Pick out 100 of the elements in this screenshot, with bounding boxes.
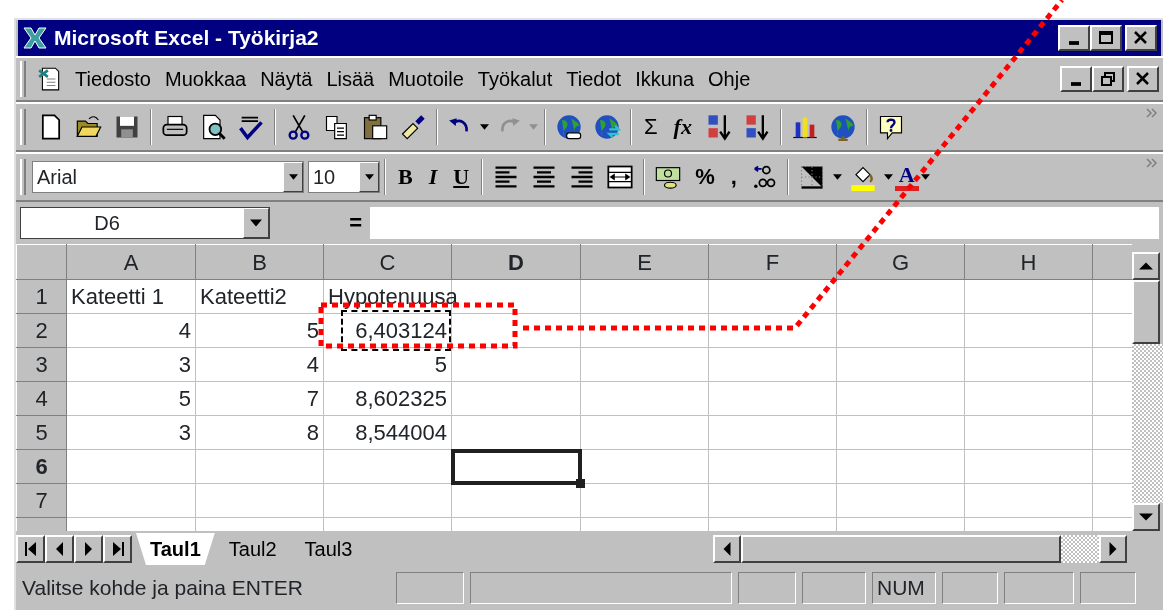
toolbar-grip[interactable] (20, 109, 26, 145)
table-cell: 7 (306, 386, 319, 411)
web-globe-icon[interactable] (555, 113, 583, 141)
status-panel (1004, 572, 1074, 604)
table-cell: 8 (306, 420, 319, 445)
column-header[interactable] (1092, 244, 1132, 280)
sum-button[interactable]: Σ (636, 116, 666, 138)
caret-icon[interactable] (920, 174, 930, 180)
column-header[interactable]: F (708, 244, 837, 280)
scroll-thumb[interactable] (1132, 280, 1160, 344)
row-header[interactable]: 5 (16, 415, 67, 450)
close-icon (1135, 71, 1151, 87)
caret-icon[interactable] (364, 174, 374, 180)
table-cell: 3 (178, 352, 191, 377)
status-panel (802, 572, 866, 604)
caret-icon[interactable] (883, 174, 893, 180)
scroll-left-button[interactable] (713, 535, 741, 563)
previous-sheet-button[interactable] (45, 535, 74, 563)
maximize-button[interactable] (1090, 25, 1122, 51)
name-box[interactable]: D6 (20, 207, 270, 239)
row-header[interactable]: 7 (16, 483, 67, 518)
italic-button[interactable]: I (420, 166, 446, 188)
status-panel (1080, 572, 1136, 604)
minimize-icon (1071, 82, 1081, 86)
underline-button[interactable]: U (445, 166, 478, 188)
font-color-button[interactable]: A (894, 163, 919, 191)
column-header[interactable]: B (195, 244, 324, 280)
first-sheet-icon (23, 542, 38, 556)
table-cell: 4 (178, 318, 191, 343)
caret-icon[interactable] (832, 174, 842, 180)
minimize-button[interactable] (1060, 66, 1092, 92)
menu-item[interactable]: Tiedosto (68, 62, 158, 96)
up-arrow-icon (1139, 262, 1153, 270)
column-header[interactable]: D (451, 244, 581, 280)
row-header[interactable]: 1 (16, 279, 67, 314)
num-lock-indicator: NUM (872, 572, 936, 604)
formula-input[interactable] (370, 207, 1159, 239)
menu-item[interactable]: Muotoile (381, 62, 471, 96)
column-header[interactable]: G (836, 244, 965, 280)
toolbar-grip[interactable] (20, 61, 26, 97)
merge-center-icon[interactable] (606, 163, 635, 191)
next-sheet-button[interactable] (74, 535, 103, 563)
status-panel (942, 572, 998, 604)
menu-item[interactable]: Ohje (701, 62, 758, 96)
table-cell: Hypotenuusa (328, 284, 458, 309)
column-header[interactable]: A (66, 244, 196, 280)
bold-button[interactable]: B (390, 166, 421, 188)
close-icon (1133, 30, 1149, 46)
menu-item[interactable]: Tiedot (559, 62, 629, 96)
last-sheet-button[interactable] (103, 535, 132, 563)
row-header[interactable]: 4 (16, 381, 67, 416)
row-header[interactable]: 6 (16, 449, 67, 484)
scroll-down-button[interactable] (1132, 503, 1160, 531)
close-button[interactable] (1125, 25, 1157, 51)
caret-icon[interactable] (250, 219, 262, 227)
column-header[interactable]: C (323, 244, 452, 280)
table-cell: 8,602325 (355, 386, 447, 411)
status-panel (738, 572, 796, 604)
last-sheet-icon (110, 542, 125, 556)
menu-item[interactable]: Muokkaa (157, 62, 254, 96)
font-size-field[interactable]: 10 (308, 161, 380, 193)
globe-arrows-icon[interactable] (593, 113, 621, 141)
fill-handle[interactable] (576, 479, 585, 488)
paintbrush-icon[interactable] (399, 113, 427, 141)
menu-item[interactable]: Lisää (319, 62, 382, 96)
scroll-right-button[interactable] (1099, 535, 1127, 563)
comma-style-button[interactable]: , (722, 166, 745, 188)
menu-item[interactable]: Ikkuna (628, 62, 702, 96)
column-header[interactable]: E (580, 244, 709, 280)
function-button[interactable]: fx (665, 116, 700, 138)
row-header[interactable]: 3 (16, 347, 67, 382)
down-arrow-icon (1139, 513, 1153, 521)
first-sheet-button[interactable] (16, 535, 45, 563)
close-button[interactable] (1127, 66, 1159, 92)
caret-icon[interactable] (288, 174, 298, 180)
select-all-button[interactable] (16, 244, 67, 280)
caret-icon[interactable] (480, 124, 489, 130)
minimize-button[interactable] (1058, 25, 1090, 51)
row-header[interactable]: 2 (16, 313, 67, 348)
table-cell: 5 (434, 352, 447, 377)
column-header[interactable]: H (964, 244, 1093, 280)
right-arrow-icon (1109, 542, 1117, 556)
menu-item[interactable]: Näytä (253, 62, 320, 96)
scroll-up-button[interactable] (1132, 252, 1160, 280)
toolbar-grip[interactable] (20, 159, 26, 195)
table-cell: Kateetti 1 (71, 284, 164, 309)
percent-button[interactable]: % (687, 166, 723, 188)
table-cell: 8,544004 (355, 420, 447, 445)
font-field[interactable]: Arial (32, 161, 304, 193)
table-cell: 3 (178, 420, 191, 445)
sheet-tab[interactable]: Taul1 (136, 533, 215, 565)
equals-button[interactable]: = (270, 212, 370, 234)
globe-icon[interactable] (828, 113, 857, 141)
clipboard-icon[interactable] (361, 113, 389, 141)
restore-button[interactable] (1092, 66, 1124, 92)
table-cell: 5 (178, 386, 191, 411)
status-panel (396, 572, 464, 604)
table-cell: Kateetti2 (200, 284, 287, 309)
scroll-thumb[interactable] (741, 535, 1061, 563)
menu-item[interactable]: Työkalut (470, 62, 560, 96)
